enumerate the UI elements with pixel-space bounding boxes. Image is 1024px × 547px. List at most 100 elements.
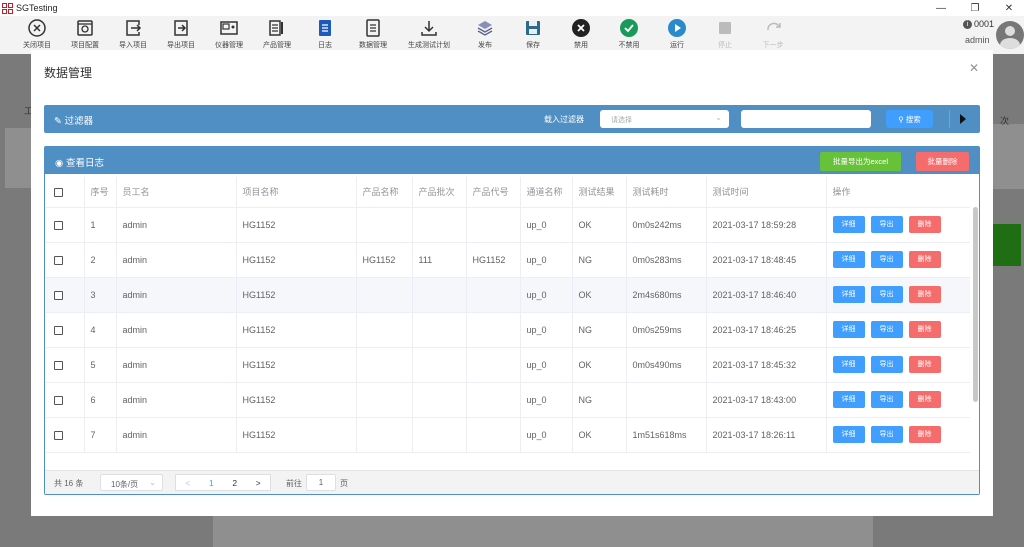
- col-header: 操作: [826, 177, 970, 208]
- select-all-checkbox[interactable]: [54, 187, 63, 197]
- cell-duration: 0m0s259ms: [626, 312, 707, 348]
- detail-button[interactable]: 详细: [832, 356, 865, 373]
- cell-result: OK: [572, 207, 627, 243]
- expand-filter-button[interactable]: [949, 110, 973, 128]
- table-row[interactable]: 1 admin HG1152 up_0 OK 0m0s242ms 2021-03-17 18…: [46, 207, 970, 243]
- delete-button[interactable]: 删除: [908, 286, 941, 303]
- export-button[interactable]: 导出: [870, 286, 903, 303]
- col-header: 测试结果: [572, 177, 627, 208]
- detail-button[interactable]: 详细: [832, 216, 865, 233]
- cell-product: [356, 347, 413, 383]
- row-checkbox[interactable]: [54, 430, 63, 440]
- cell-actions: 详细 导出 删除: [826, 417, 970, 453]
- detail-button[interactable]: 详细: [832, 391, 865, 408]
- cell-time: 2021-03-17 18:43:00: [706, 382, 827, 418]
- cell-duration: 1m51s618ms: [626, 417, 707, 453]
- page-2-button[interactable]: 2: [223, 478, 247, 488]
- page-size-select[interactable]: 10条/页 ⌄: [100, 474, 163, 491]
- col-header: 产品批次: [412, 177, 467, 208]
- minimize-button[interactable]: —: [926, 0, 956, 16]
- goto-page-input[interactable]: 1: [306, 474, 336, 491]
- cell-batch: [412, 382, 467, 418]
- toolbar-generate-plan-button[interactable]: 生成测试计划: [399, 18, 459, 52]
- row-checkbox[interactable]: [54, 325, 63, 335]
- row-checkbox[interactable]: [54, 360, 63, 370]
- cell-product: [356, 312, 413, 348]
- avatar[interactable]: [996, 21, 1024, 49]
- cell-channel: up_0: [520, 312, 573, 348]
- delete-button[interactable]: 删除: [908, 216, 941, 233]
- cell-employee: admin: [116, 382, 237, 418]
- table-row[interactable]: 4 admin HG1152 up_0 NG 0m0s259ms 2021-03-17 18…: [46, 312, 970, 348]
- detail-button[interactable]: 详细: [832, 321, 865, 338]
- chevron-down-icon: ⌄: [149, 478, 156, 487]
- dialog-close-icon[interactable]: ✕: [969, 61, 979, 75]
- restore-button[interactable]: ❐: [960, 0, 990, 16]
- export-button[interactable]: 导出: [870, 216, 903, 233]
- col-header: 测试耗时: [626, 177, 707, 208]
- cell-actions: 详细 导出 删除: [826, 312, 970, 348]
- search-button[interactable]: ⚲ 搜索: [886, 110, 933, 128]
- toolbar-data-button[interactable]: 数据管理: [343, 18, 403, 52]
- detail-button[interactable]: 详细: [832, 251, 865, 268]
- cell-code: [466, 347, 521, 383]
- log-table-container[interactable]: 序号 员工名 项目名称 产品名称 产品批次 产品代号 通道名称 测试结果 测试耗…: [46, 177, 970, 468]
- delete-button[interactable]: 删除: [908, 391, 941, 408]
- table-row[interactable]: 7 admin HG1152 up_0 OK 1m51s618ms 2021-03-17 1…: [46, 417, 970, 453]
- detail-button[interactable]: 详细: [832, 426, 865, 443]
- cell-batch: [412, 417, 467, 453]
- col-header: 项目名称: [236, 177, 357, 208]
- cell-actions: 详细 导出 删除: [826, 242, 970, 278]
- row-checkbox[interactable]: [54, 220, 63, 230]
- toolbar-redo-button[interactable]: 下一步: [743, 18, 803, 52]
- delete-button[interactable]: 删除: [908, 251, 941, 268]
- next-page-button[interactable]: >: [247, 478, 271, 488]
- delete-button[interactable]: 删除: [908, 426, 941, 443]
- export-button[interactable]: 导出: [870, 321, 903, 338]
- cell-result: NG: [572, 312, 627, 348]
- filter-select[interactable]: 请选择 ⌄: [600, 110, 729, 128]
- export-button[interactable]: 导出: [870, 391, 903, 408]
- row-checkbox[interactable]: [54, 255, 63, 265]
- row-checkbox[interactable]: [54, 395, 63, 405]
- delete-button[interactable]: 删除: [908, 356, 941, 373]
- app-logo-icon: [2, 2, 13, 14]
- batch-delete-button[interactable]: 批量删除: [916, 152, 969, 171]
- main-toolbar: 关闭项目 项目配置 导入项目 导出项目 仪器管理 产品管理 日志 数据管理 生成…: [0, 16, 1024, 54]
- filter-search-input[interactable]: [741, 110, 871, 128]
- batch-export-button[interactable]: 批量导出为excel: [820, 152, 901, 171]
- cell-code: [466, 277, 521, 313]
- detail-button[interactable]: 详细: [832, 286, 865, 303]
- export-button[interactable]: 导出: [870, 426, 903, 443]
- stop-icon: [719, 22, 731, 34]
- table-row[interactable]: 3 admin HG1152 up_0 OK 2m4s680ms 2021-03-17 18…: [46, 277, 970, 313]
- table-row[interactable]: 6 admin HG1152 up_0 NG 2021-03-17 18:43:00 详细导…: [46, 382, 970, 418]
- user-panel[interactable]: i 0001 admin: [934, 16, 1024, 54]
- cell-no: 3: [84, 277, 117, 313]
- run-icon: [668, 19, 686, 37]
- cell-project: HG1152: [236, 347, 357, 383]
- col-header: 通道名称: [520, 177, 573, 208]
- goto-label: 前往: [286, 479, 302, 488]
- cell-project: HG1152: [236, 277, 357, 313]
- page-1-button[interactable]: 1: [200, 478, 224, 488]
- cell-actions: 详细 导出 删除: [826, 207, 970, 243]
- row-checkbox[interactable]: [54, 290, 63, 300]
- prev-page-button[interactable]: <: [176, 478, 200, 488]
- dialog-title: 数据管理: [44, 66, 93, 80]
- close-window-button[interactable]: ✕: [994, 0, 1024, 16]
- table-row[interactable]: 2 admin HG1152 HG1152 111 HG1152 up_0 NG 0m0s283…: [46, 242, 970, 278]
- export-button[interactable]: 导出: [870, 356, 903, 373]
- export-button[interactable]: 导出: [870, 251, 903, 268]
- play-icon: [960, 114, 966, 124]
- scrollbar-thumb[interactable]: [973, 207, 978, 402]
- table-row[interactable]: 5 admin HG1152 up_0 OK 0m0s490ms 2021-03-17 18…: [46, 347, 970, 383]
- delete-button[interactable]: 删除: [908, 321, 941, 338]
- cell-batch: 111: [412, 242, 467, 278]
- cell-employee: admin: [116, 417, 237, 453]
- load-filter-label: 载入过滤器: [544, 115, 584, 124]
- log-panel: ◉ 查看日志 批量导出为excel 批量删除 序号 员工名 项目名称 产品名称 …: [44, 146, 980, 495]
- table-scrollbar[interactable]: [972, 177, 979, 468]
- cell-channel: up_0: [520, 242, 573, 278]
- config-icon: [77, 20, 93, 36]
